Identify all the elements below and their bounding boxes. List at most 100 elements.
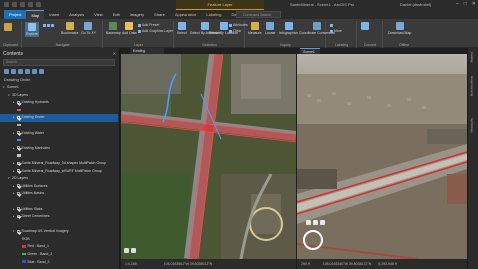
layer-tree-row[interactable] [0,122,118,130]
add-data-button[interactable]: Add Data [122,22,137,35]
command-search-input[interactable]: Command Search (Alt+Q) [236,11,281,23]
infographics-button[interactable]: Infographics [279,22,298,35]
tab-edit[interactable]: Edit [108,10,125,19]
layer-tree-row[interactable]: ▸ Existing Water [0,130,118,138]
pane-close-icon[interactable]: ✕ [113,51,116,56]
pause-labels-button[interactable] [330,23,334,27]
symbol-swatch[interactable] [17,108,21,112]
tab-project[interactable]: Project [4,10,27,19]
layer-visibility-checkbox[interactable] [17,207,20,211]
layer-visibility-checkbox[interactable] [17,191,20,195]
layer-visibility-checkbox[interactable] [17,229,20,233]
list-by-labeling-icon[interactable] [39,69,44,74]
tab-catalog[interactable]: Catalog [470,52,474,62]
layer-tree-row[interactable]: ▸ Existing Sewer [0,114,118,122]
save-icon[interactable] [20,2,25,7]
maximize-button[interactable]: □ [464,1,467,7]
list-by-editing-icon[interactable] [25,69,30,74]
more-labeling-button[interactable]: More [330,29,342,33]
feature-layer-context-tab[interactable]: Feature Layer [176,0,264,10]
layer-tree-row[interactable]: ▸ Sanfe-Mineral_Roadway_3d-shapes MultiPa… [0,160,118,168]
clear-button[interactable]: Clear [229,29,241,33]
tab-symbology[interactable]: Symbology [470,118,474,133]
layer-visibility-checkbox[interactable] [17,100,20,104]
tab-labeling[interactable]: Labeling [201,10,226,19]
convert-button[interactable] [361,22,369,31]
layer-tree-row[interactable] [0,152,118,160]
symbol-swatch[interactable] [17,154,21,157]
tab-view[interactable]: View [89,10,108,19]
layer-tree-row[interactable]: ▸ Sanfe-Mineral_Roadway_wSURF MultiPatch … [0,168,118,176]
minimize-button[interactable]: – [456,1,459,7]
layer-tree-row[interactable]: ▸ Utilities Slabs [0,206,118,214]
close-button[interactable]: ✕ [472,1,476,7]
navigator-control[interactable] [303,230,323,250]
scene-view[interactable] [297,54,467,259]
layer-visibility-checkbox[interactable] [17,184,20,188]
layer-tree-row[interactable] [0,198,118,206]
symbol-swatch[interactable] [17,138,21,142]
zoom-tools[interactable] [43,23,55,27]
goto-xy-button[interactable]: Go To XY [81,22,96,35]
layer-tree-row[interactable]: ▸ Existing Manholes [0,145,118,153]
list-by-selection-icon[interactable] [18,69,23,74]
tab-analysis[interactable]: Analysis [64,10,89,19]
list-by-snapping-icon[interactable] [32,69,37,74]
map-scale[interactable]: 1:4,165 [125,262,137,266]
layer-visibility-checkbox[interactable] [17,131,20,135]
symbol-swatch[interactable] [22,260,26,263]
layer-tree-row[interactable]: ▾ 2D Layers [0,175,118,183]
layer-tree-row[interactable]: ▾ Scene1 [0,84,118,92]
list-by-source-icon[interactable] [11,69,16,74]
select-button[interactable]: Select [177,22,187,35]
layer-visibility-checkbox[interactable] [17,161,20,165]
tab-insert[interactable]: Insert [44,10,64,19]
layer-tree-row[interactable]: ▾ Roadmap US Vertical Imagery [0,228,118,236]
zoom-in-icon[interactable] [124,248,129,253]
new-project-icon[interactable] [4,2,9,7]
layer-tree-row[interactable] [0,107,118,115]
layer-visibility-checkbox[interactable] [17,115,20,119]
scene-scale[interactable]: 290 ft [301,262,310,266]
tab-share[interactable]: Share [149,10,170,19]
tab-imagery[interactable]: Imagery [125,10,149,19]
user-name[interactable]: Daniel (dsstrobel) [400,0,431,10]
tab-geoprocessing[interactable]: Geoprocessing [470,76,474,96]
symbol-swatch[interactable] [17,123,21,127]
layer-tree-row[interactable] [0,221,118,229]
layer-tree-row[interactable]: ▸ Utilities Basins [0,190,118,198]
tab-map[interactable]: Map [26,10,45,19]
layer-visibility-checkbox[interactable] [17,169,20,173]
explore-button[interactable]: Explore [25,22,39,37]
symbol-swatch[interactable] [22,252,26,256]
measure-button[interactable]: Measure [248,22,262,35]
undo-icon[interactable] [28,2,33,7]
layer-tree-row[interactable] [0,137,118,145]
full-extent-icon[interactable] [306,220,311,225]
layer-tree-row[interactable]: ▸ Existing Hydrants [0,99,118,107]
add-preset-button[interactable]: Add Preset [138,23,159,27]
pan-icon[interactable] [320,220,325,225]
symbol-swatch[interactable] [22,245,26,248]
layer-tree-row[interactable]: Blue : Band_3 [0,259,118,267]
paste-button[interactable] [4,23,12,32]
layer-tree-row[interactable]: ▸ Street Centerlines [0,213,118,221]
contents-search-input[interactable]: Search [3,59,115,66]
attributes-button[interactable]: Attributes [229,23,248,27]
layer-visibility-checkbox[interactable] [17,146,20,150]
layer-tree-row[interactable]: Red : Band_1 [0,243,118,251]
tab-appearance[interactable]: Appearance [170,10,202,19]
locate-button[interactable]: Locate [265,22,276,35]
map-view[interactable] [121,54,296,259]
fixed-zoom-icon[interactable] [313,220,318,225]
redo-icon[interactable] [36,2,41,7]
layer-tree-row[interactable]: Green : Band_2 [0,251,118,259]
download-map-button[interactable]: Download Map [388,22,411,35]
open-project-icon[interactable] [12,2,17,7]
zoom-out-icon[interactable] [131,248,136,253]
bookmarks-button[interactable]: Bookmarks [61,22,79,35]
layer-visibility-checkbox[interactable] [17,214,20,218]
layer-tree-row[interactable]: RGB [0,236,118,244]
list-by-drawing-order-icon[interactable] [4,69,9,74]
layer-tree-row[interactable]: ▾ 3D Layers [0,92,118,100]
